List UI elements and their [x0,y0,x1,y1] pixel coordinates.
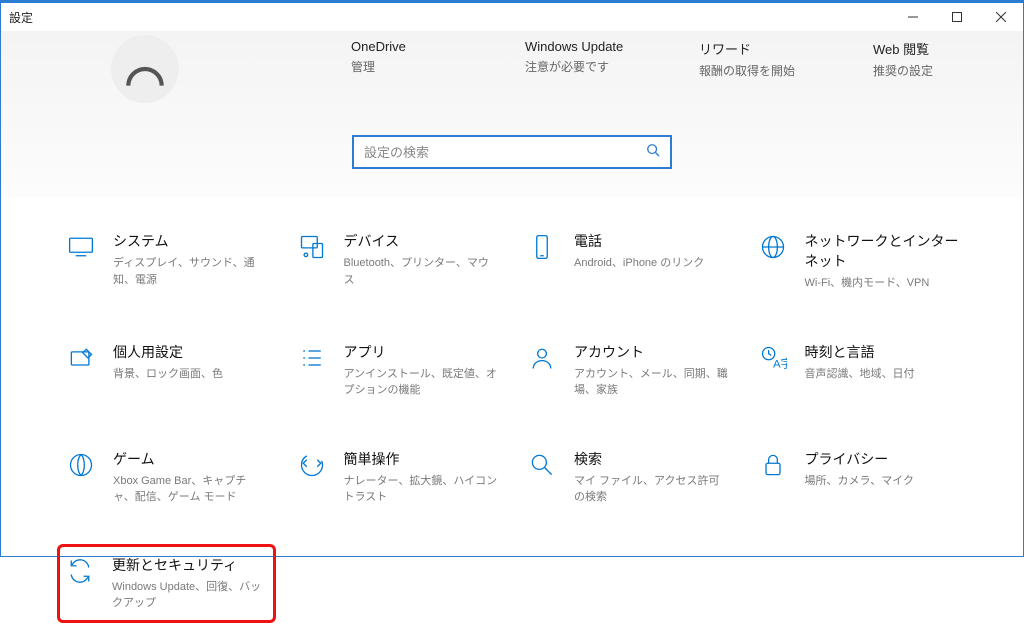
category-accounts[interactable]: アカウントアカウント、メール、同期、職場、家族 [522,338,733,403]
category-title: 個人用設定 [113,342,223,362]
category-title: 時刻と言語 [805,342,915,362]
category-gaming[interactable]: ゲーム Xbox Game Bar、キャプチャ、配信、ゲーム モード [61,445,272,510]
gaming-icon [65,449,97,481]
category-time-language[interactable]: A字 時刻と言語音声認識、地域、日付 [753,338,964,403]
category-privacy[interactable]: プライバシー場所、カメラ、マイク [753,445,964,510]
category-system[interactable]: システムディスプレイ、サウンド、通知、電源 [61,227,272,296]
privacy-icon [757,449,789,481]
header-link-title: リワード [699,39,809,58]
category-title: 電話 [574,231,704,251]
minimize-button[interactable] [891,3,935,31]
category-sub: Bluetooth、プリンター、マウス [344,255,499,288]
header-link-title: OneDrive [351,39,461,54]
header-link-title: Web 閲覧 [873,39,983,58]
category-personalization[interactable]: 個人用設定背景、ロック画面、色 [61,338,272,403]
category-title: システム [113,231,268,251]
header-link-sub: 推奨の設定 [873,62,983,79]
category-apps[interactable]: アプリアンインストール、既定値、オプションの機能 [292,338,503,403]
phone-icon [526,231,558,263]
category-sub: 背景、ロック画面、色 [113,366,223,383]
category-search[interactable]: 検索マイ ファイル、アクセス許可の検索 [522,445,733,510]
network-icon [757,231,789,263]
category-devices[interactable]: デバイス Bluetooth、プリンター、マウス [292,227,503,296]
personalization-icon [65,342,97,374]
minimize-icon [908,12,918,22]
category-phone[interactable]: 電話 Android、iPhone のリンク [522,227,733,296]
user-icon [120,44,170,94]
search-input[interactable] [364,145,646,160]
category-ease-of-access[interactable]: 簡単操作ナレーター、拡大鏡、ハイコントラスト [292,445,503,510]
category-title: アカウント [574,342,729,362]
category-sub: Windows Update、回復、バックアップ [112,579,269,612]
header-area: OneDrive 管理 Windows Update 注意が必要です リワード … [1,31,1023,197]
system-icon [65,231,97,263]
ease-of-access-icon [296,449,328,481]
time-language-icon: A字 [757,342,789,374]
category-sub: Android、iPhone のリンク [574,255,704,272]
category-title: 簡単操作 [344,449,499,469]
devices-icon [296,231,328,263]
header-link-rewards[interactable]: リワード 報酬の取得を開始 [699,39,809,79]
close-icon [996,12,1006,22]
category-grid: システムディスプレイ、サウンド、通知、電源 デバイス Bluetooth、プリンタ… [1,197,1023,625]
category-title: デバイス [344,231,499,251]
category-sub: アンインストール、既定値、オプションの機能 [344,366,499,399]
category-title: プライバシー [805,449,915,469]
category-sub: 場所、カメラ、マイク [805,473,915,490]
category-title: 検索 [574,449,729,469]
svg-text:A字: A字 [773,356,787,370]
header-link-title: Windows Update [525,39,635,54]
search-box[interactable] [352,135,672,169]
avatar [111,35,179,103]
search-icon [646,143,660,162]
update-security-icon [64,555,96,587]
category-title: 更新とセキュリティ [112,555,269,575]
category-sub: ディスプレイ、サウンド、通知、電源 [113,255,268,288]
category-title: ネットワークとインターネット [805,231,960,271]
window-title: 設定 [9,9,33,26]
category-sub: Wi-Fi、機内モード、VPN [805,275,960,292]
header-link-update[interactable]: Windows Update 注意が必要です [525,39,635,79]
category-sub: マイ ファイル、アクセス許可の検索 [574,473,729,506]
header-link-onedrive[interactable]: OneDrive 管理 [351,39,461,79]
header-link-sub: 管理 [351,58,461,75]
user-block[interactable] [111,35,179,103]
category-title: ゲーム [113,449,268,469]
category-sub: Xbox Game Bar、キャプチャ、配信、ゲーム モード [113,473,268,506]
header-link-web[interactable]: Web 閲覧 推奨の設定 [873,39,983,79]
search-category-icon [526,449,558,481]
header-links: OneDrive 管理 Windows Update 注意が必要です リワード … [351,35,983,79]
category-sub: 音声認識、地域、日付 [805,366,915,383]
category-update-security[interactable]: 更新とセキュリティ Windows Update、回復、バックアップ [57,544,276,623]
title-bar: 設定 [1,3,1023,31]
category-title: アプリ [344,342,499,362]
category-sub: ナレーター、拡大鏡、ハイコントラスト [344,473,499,506]
maximize-button[interactable] [935,3,979,31]
header-link-sub: 報酬の取得を開始 [699,62,809,79]
category-network[interactable]: ネットワークとインターネット Wi-Fi、機内モード、VPN [753,227,964,296]
category-sub: アカウント、メール、同期、職場、家族 [574,366,729,399]
accounts-icon [526,342,558,374]
close-button[interactable] [979,3,1023,31]
apps-icon [296,342,328,374]
header-link-sub: 注意が必要です [525,58,635,75]
maximize-icon [952,12,962,22]
